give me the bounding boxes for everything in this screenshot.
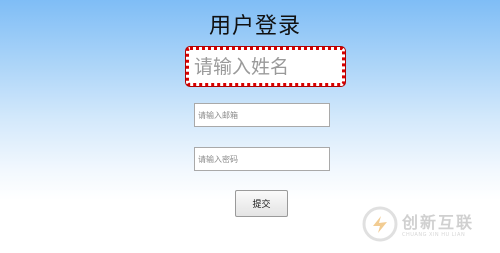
name-input[interactable] — [186, 47, 345, 86]
password-input[interactable] — [194, 147, 330, 171]
watermark-brand: 创新互联 — [402, 213, 475, 232]
watermark: 创新互联 CHUANG XIN HU LIAN — [362, 204, 496, 246]
email-input[interactable] — [194, 103, 330, 127]
watermark-subtitle: CHUANG XIN HU LIAN — [402, 232, 466, 238]
page-title: 用户登录 — [208, 14, 301, 39]
submit-button[interactable]: 提交 — [235, 190, 288, 217]
brand-logo-icon — [362, 206, 398, 242]
